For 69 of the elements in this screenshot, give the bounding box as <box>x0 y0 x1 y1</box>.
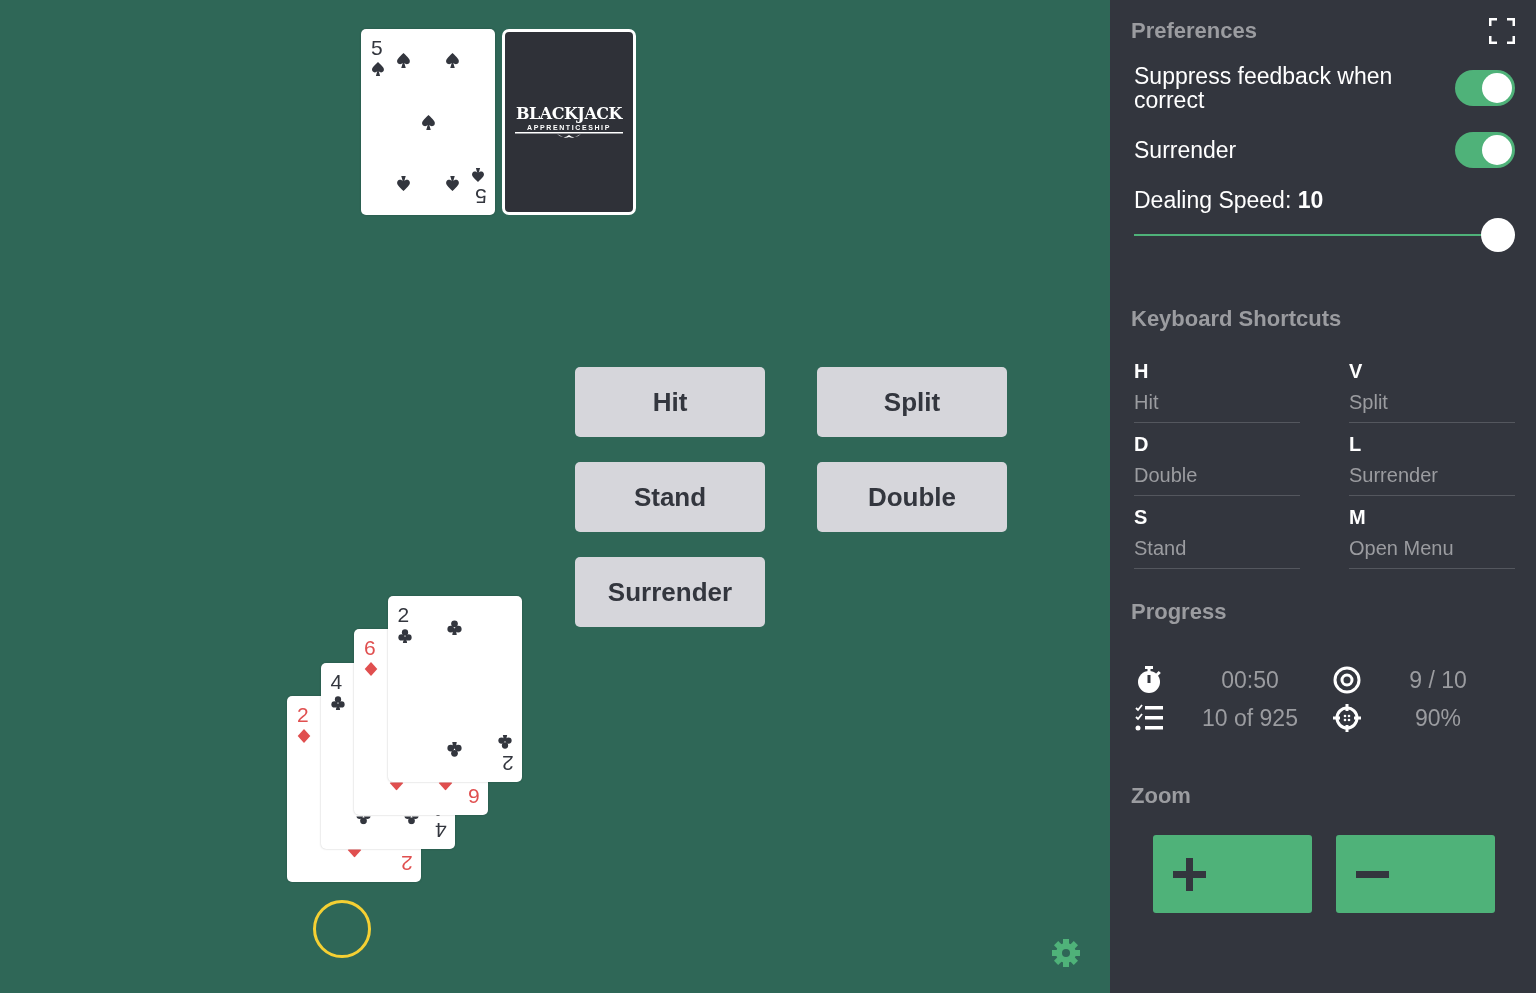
action-button[interactable]: Split <box>817 367 1007 437</box>
club-icon <box>447 619 462 635</box>
card-rank: 2 <box>397 603 410 625</box>
target-icon <box>1332 665 1362 695</box>
card-rank: 6 <box>364 637 376 658</box>
spade-icon <box>396 175 412 191</box>
slider-thumb[interactable] <box>1481 218 1515 252</box>
speed-slider[interactable] <box>1134 218 1515 252</box>
card-rank: 6 <box>468 786 480 807</box>
minus-icon <box>1356 870 1389 878</box>
shortcut-key: V <box>1349 360 1515 383</box>
stat-value: 9 / 10 <box>1408 666 1468 694</box>
club-icon <box>355 816 371 825</box>
card-rank: 5 <box>475 186 487 207</box>
toggle-label: Surrender <box>1134 138 1237 162</box>
plus-icon <box>1173 857 1206 891</box>
shortcut-key: S <box>1134 506 1300 529</box>
settings-icon[interactable] <box>1051 938 1081 968</box>
slider-label: Dealing Speed: 10 <box>1133 188 1325 212</box>
card-rank: 4 <box>434 819 447 841</box>
card-rank: 4 <box>330 670 343 692</box>
shortcut-action: Hit <box>1134 391 1160 414</box>
zoom-in-button[interactable] <box>1153 835 1312 913</box>
diamond-icon <box>364 662 378 676</box>
club-icon <box>330 695 345 710</box>
club-icon <box>497 734 512 749</box>
checklist-icon <box>1134 703 1164 733</box>
club-icon <box>404 816 420 825</box>
shortcut-action: Open Menu <box>1349 537 1455 560</box>
bet-circle <box>313 900 371 958</box>
crosshair-icon <box>1332 703 1362 733</box>
toggle-label: Suppress feedback when correct <box>1134 64 1394 112</box>
card-rank: 5 <box>371 37 383 58</box>
section-title: Preferences <box>1131 18 1257 44</box>
shortcut-action: Double <box>1134 464 1199 487</box>
spade-icon <box>444 53 460 69</box>
stat-value: 00:50 <box>1220 666 1280 694</box>
logo-title: BLACKJACK <box>516 103 622 123</box>
card-rank: 2 <box>297 704 309 725</box>
card-rank: 2 <box>401 853 413 874</box>
shortcut-key: M <box>1349 506 1515 529</box>
club-icon <box>447 742 462 758</box>
action-button[interactable]: Double <box>817 462 1007 532</box>
section-title: Keyboard Shortcuts <box>1131 306 1343 332</box>
toggle-switch[interactable] <box>1455 132 1515 168</box>
spade-icon <box>444 175 460 191</box>
shortcut-key: H <box>1134 360 1300 383</box>
section-title: Zoom <box>1131 783 1192 809</box>
action-button[interactable]: Stand <box>575 462 765 532</box>
action-button[interactable]: Surrender <box>575 557 765 627</box>
spade-icon <box>371 62 385 76</box>
shortcut-action: Stand <box>1134 537 1188 560</box>
shortcut-key: L <box>1349 433 1515 456</box>
toggle-switch[interactable] <box>1455 70 1515 106</box>
stat-value: 90% <box>1413 704 1462 732</box>
shortcut-action: Split <box>1349 391 1389 414</box>
spade-icon <box>396 53 412 69</box>
section-title: Progress <box>1131 599 1228 625</box>
spade-icon <box>471 168 485 182</box>
fullscreen-icon[interactable] <box>1489 18 1515 44</box>
club-icon <box>397 628 412 643</box>
spade-icon <box>420 114 436 130</box>
diamond-icon <box>297 729 311 743</box>
shortcut-action: Surrender <box>1349 464 1439 487</box>
stat-value: 10 of 925 <box>1201 704 1299 732</box>
shortcut-key: D <box>1134 433 1300 456</box>
card-rank: 2 <box>501 752 514 774</box>
ornament-icon <box>515 130 623 141</box>
action-button[interactable]: Hit <box>575 367 765 437</box>
